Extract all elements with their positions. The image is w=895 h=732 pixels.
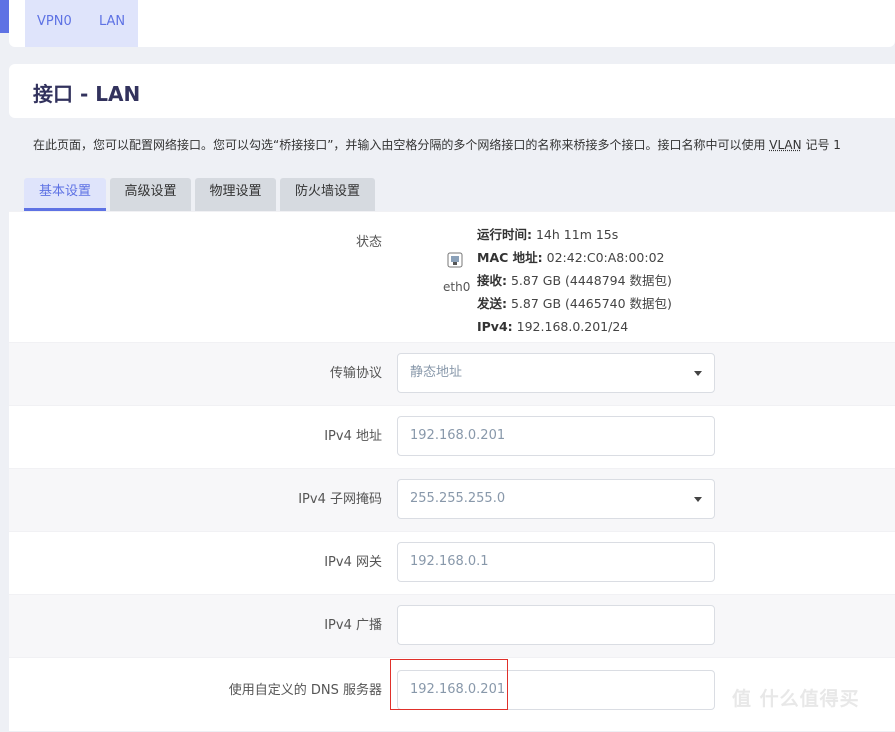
status-details: 运行时间: 14h 11m 15s MAC 地址: 02:42:C0:A8:00… (477, 223, 672, 338)
description-suffix: 记号 1 (801, 138, 841, 152)
ipv4-address-input[interactable]: 192.168.0.201 (397, 416, 715, 456)
protocol-row: 传输协议 静态地址 (9, 342, 895, 406)
netmask-select[interactable]: 255.255.255.0 (397, 479, 715, 519)
gateway-row: IPv4 网关 192.168.0.1 (9, 531, 895, 595)
gateway-input[interactable]: 192.168.0.1 (397, 542, 715, 582)
uptime-value: 14h 11m 15s (535, 227, 619, 242)
top-tab-lan[interactable]: LAN (99, 14, 125, 29)
broadcast-input[interactable] (397, 605, 715, 645)
netmask-row: IPv4 子网掩码 255.255.255.0 (9, 468, 895, 532)
netmask-label: IPv4 子网掩码 (298, 492, 382, 507)
description-text: 在此页面，您可以配置网络接口。您可以勾选“桥接接口”，并输入由空格分隔的多个网络… (33, 138, 770, 152)
ipv4-value: 192.168.0.201/24 (516, 319, 629, 334)
top-tab-vpn0[interactable]: VPN0 (37, 14, 72, 29)
ipv4-address-row: IPv4 地址 192.168.0.201 (9, 405, 895, 469)
tx-label: 发送: (477, 296, 507, 311)
page-title: 接口 - LAN (33, 82, 141, 106)
page-description: 在此页面，您可以配置网络接口。您可以勾选“桥接接口”，并输入由空格分隔的多个网络… (33, 136, 841, 153)
chevron-down-icon (694, 371, 702, 376)
rx-label: 接收: (477, 273, 507, 288)
rx-value: 5.87 GB (4448794 数据包) (510, 273, 672, 288)
tab-advanced[interactable]: 高级设置 (110, 178, 191, 211)
broadcast-label: IPv4 广播 (324, 618, 382, 633)
vlan-abbr: VLAN (769, 138, 802, 152)
netmask-value: 255.255.255.0 (410, 491, 506, 506)
gateway-label: IPv4 网关 (324, 555, 382, 570)
broadcast-row: IPv4 广播 (9, 594, 895, 658)
ipv4-label: IPv4: (477, 319, 513, 334)
dns-label: 使用自定义的 DNS 服务器 (228, 683, 382, 698)
tab-basic[interactable]: 基本设置 (24, 178, 106, 211)
status-label: 状态 (355, 235, 382, 250)
protocol-label: 传输协议 (329, 366, 382, 381)
chevron-down-icon (694, 497, 702, 502)
tab-physical[interactable]: 物理设置 (195, 178, 276, 211)
top-nav: VPN0 LAN (9, 0, 895, 47)
left-accent-bar (0, 0, 9, 33)
header-card: 接口 - LAN (9, 64, 895, 118)
form-card: 状态 eth0 运行时间: 14h 11m 15s MAC 地址: 02:42:… (9, 211, 895, 731)
uptime-label: 运行时间: (477, 227, 532, 242)
tx-value: 5.87 GB (4465740 数据包) (510, 296, 672, 311)
mac-label: MAC 地址: (477, 250, 543, 265)
status-device-name: eth0 (443, 280, 471, 294)
mac-value: 02:42:C0:A8:00:02 (546, 250, 665, 265)
annotation-highlight-box (390, 659, 508, 710)
status-row: 状态 eth0 运行时间: 14h 11m 15s MAC 地址: 02:42:… (9, 211, 895, 343)
ethernet-port-icon (447, 252, 463, 268)
protocol-select[interactable]: 静态地址 (397, 353, 715, 393)
tab-firewall[interactable]: 防火墙设置 (280, 178, 375, 211)
ipv4-address-label: IPv4 地址 (324, 429, 382, 444)
protocol-value: 静态地址 (410, 365, 463, 380)
watermark-text: 值 什么值得买 (732, 688, 860, 710)
